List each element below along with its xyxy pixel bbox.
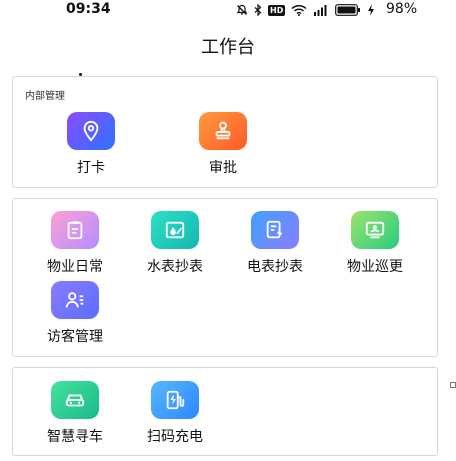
grid-item-electric-meter[interactable]: 电表抄表	[225, 211, 325, 281]
grid-item-property-daily[interactable]: 物业日常	[25, 211, 125, 281]
grid-item-check-in[interactable]: 打卡	[41, 112, 141, 182]
grid-item-label: 扫码充电	[147, 429, 203, 445]
grid-item-label: 审批	[209, 160, 237, 176]
battery-percent: 98%	[386, 1, 418, 17]
electric-meter-icon	[251, 211, 299, 249]
charging-pile-icon	[151, 381, 199, 419]
grid-item-label: 电表抄表	[247, 259, 303, 275]
grid-item-label: 访客管理	[47, 329, 103, 345]
grid-item-label: 水表抄表	[147, 259, 203, 275]
grid-item-property-patrol[interactable]: 物业巡更	[325, 211, 425, 281]
clipboard-icon	[51, 211, 99, 249]
hd-icon: HD	[268, 4, 286, 16]
status-icons: HD	[236, 3, 375, 17]
grid-item-label: 打卡	[77, 160, 105, 176]
edge-marker	[450, 382, 456, 388]
bluetooth-icon	[254, 4, 262, 16]
car-icon	[51, 381, 99, 419]
grid-item-label: 智慧寻车	[47, 429, 103, 445]
grid-item-water-meter[interactable]: 水表抄表	[125, 211, 225, 281]
section-property-services: 物业日常 水表抄表 电表抄表 物业巡更 访客管理	[12, 198, 438, 357]
stamp-icon	[199, 112, 247, 150]
signal-icon	[314, 5, 327, 16]
grid-item-label: 物业日常	[47, 259, 103, 275]
patrol-icon	[351, 211, 399, 249]
grid-item-visitor-management[interactable]: 访客管理	[25, 281, 125, 351]
grid-item-smart-car-finder[interactable]: 智慧寻车	[25, 381, 125, 451]
status-bar: 09:34 HD 98%	[0, 0, 456, 20]
section-parking-charging: 智慧寻车 扫码充电	[12, 367, 438, 456]
visitor-icon	[51, 281, 99, 319]
wifi-icon	[291, 4, 307, 16]
status-time: 09:34	[66, 1, 111, 17]
grid-item-approval[interactable]: 审批	[173, 112, 273, 182]
page-title: 工作台	[201, 37, 255, 58]
location-pin-icon	[67, 112, 115, 150]
section-label: 内部管理	[25, 91, 65, 102]
section-internal-management: 内部管理 打卡 审批	[12, 76, 438, 188]
grid-item-scan-charging[interactable]: 扫码充电	[125, 381, 225, 451]
charging-icon	[368, 4, 375, 16]
grid-item-label: 物业巡更	[347, 259, 403, 275]
water-meter-icon	[151, 211, 199, 249]
mute-icon	[236, 4, 248, 15]
battery-icon	[335, 4, 361, 16]
